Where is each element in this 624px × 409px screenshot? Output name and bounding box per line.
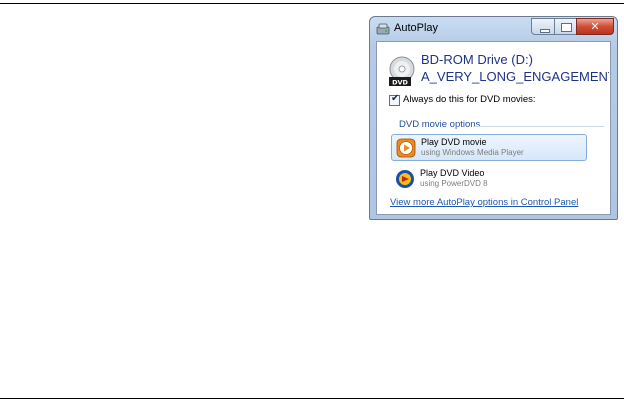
disc-label: A_VERY_LONG_ENGAGEMENT_DISC xyxy=(421,69,609,84)
option-title: Play DVD movie xyxy=(421,137,487,147)
section-title: DVD movie options xyxy=(399,119,481,130)
bottom-rule xyxy=(0,398,624,399)
close-icon: ✕ xyxy=(590,20,600,33)
option-play-dvd-movie[interactable]: Play DVD movie using Windows Media Playe… xyxy=(391,134,587,161)
close-button[interactable]: ✕ xyxy=(576,18,614,35)
minimize-icon xyxy=(540,29,550,33)
option-play-dvd-video[interactable]: Play DVD Video using PowerDVD 8 xyxy=(391,166,587,193)
dvd-badge-label: DVD xyxy=(392,79,408,87)
windows-media-player-icon xyxy=(396,138,416,158)
always-do-this-label[interactable]: Always do this for DVD movies: xyxy=(403,94,536,105)
option-subtitle: using PowerDVD 8 xyxy=(420,179,488,188)
maximize-button[interactable] xyxy=(554,18,577,35)
checkmark-icon: ✔ xyxy=(391,93,400,104)
option-title: Play DVD Video xyxy=(420,168,485,178)
autoplay-window: AutoPlay ✕ DVD BD-ROM Drive (D:) A_VERY_… xyxy=(369,16,618,220)
minimize-button[interactable] xyxy=(531,18,555,35)
powerdvd-icon xyxy=(396,170,414,188)
dvd-drive-icon: DVD xyxy=(389,56,415,87)
window-title: AutoPlay xyxy=(394,22,439,34)
always-do-this-checkbox[interactable]: ✔ xyxy=(389,93,400,106)
option-subtitle: using Windows Media Player xyxy=(421,148,524,157)
view-more-autoplay-options-link[interactable]: View more AutoPlay options in Control Pa… xyxy=(390,197,578,208)
title-bar[interactable]: AutoPlay ✕ xyxy=(370,17,617,41)
autoplay-icon xyxy=(376,23,390,35)
section-divider xyxy=(473,126,604,127)
dialog-content: DVD BD-ROM Drive (D:) A_VERY_LONG_ENGAGE… xyxy=(376,41,611,215)
maximize-icon xyxy=(561,23,572,32)
top-rule xyxy=(0,3,624,4)
drive-name: BD-ROM Drive (D:) xyxy=(421,52,533,67)
